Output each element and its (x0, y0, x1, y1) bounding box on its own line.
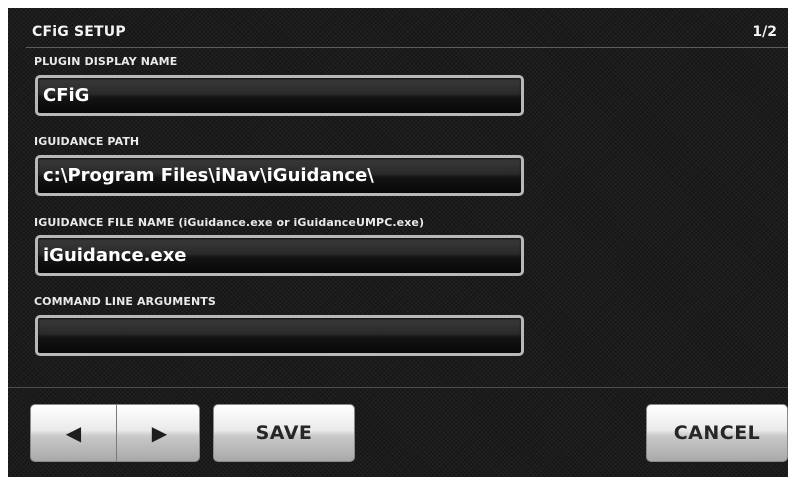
command-line-arguments-input[interactable] (35, 315, 524, 356)
iguidance-file-name-input[interactable]: iGuidance.exe (35, 235, 524, 276)
save-button[interactable]: SAVE (213, 404, 355, 462)
page-indicator: 1/2 (752, 24, 777, 40)
config-screen: CFiG SETUP 1/2 PLUGIN DISPLAY NAME CFiG … (8, 8, 788, 477)
plugin-display-name-input[interactable]: CFiG (35, 75, 524, 116)
iguidance-file-name-label: IGUIDANCE FILE NAME (iGuidance.exe or iG… (34, 216, 425, 229)
iguidance-path-label: IGUIDANCE PATH (34, 135, 140, 148)
cancel-button[interactable]: CANCEL (646, 404, 788, 462)
command-line-arguments-label: COMMAND LINE ARGUMENTS (34, 295, 216, 308)
left-arrow-icon: ◀ (65, 421, 82, 445)
page-title: CFiG SETUP (32, 24, 126, 40)
plugin-display-name-label: PLUGIN DISPLAY NAME (34, 55, 178, 68)
footer-divider (8, 387, 788, 388)
previous-page-button[interactable]: ◀ (31, 405, 116, 461)
iguidance-path-input[interactable]: c:\Program Files\iNav\iGuidance\ (35, 155, 524, 196)
right-arrow-icon: ▶ (151, 421, 168, 445)
page-nav-group: ◀ ▶ (30, 404, 200, 462)
title-divider (26, 47, 788, 48)
next-page-button[interactable]: ▶ (116, 405, 199, 461)
